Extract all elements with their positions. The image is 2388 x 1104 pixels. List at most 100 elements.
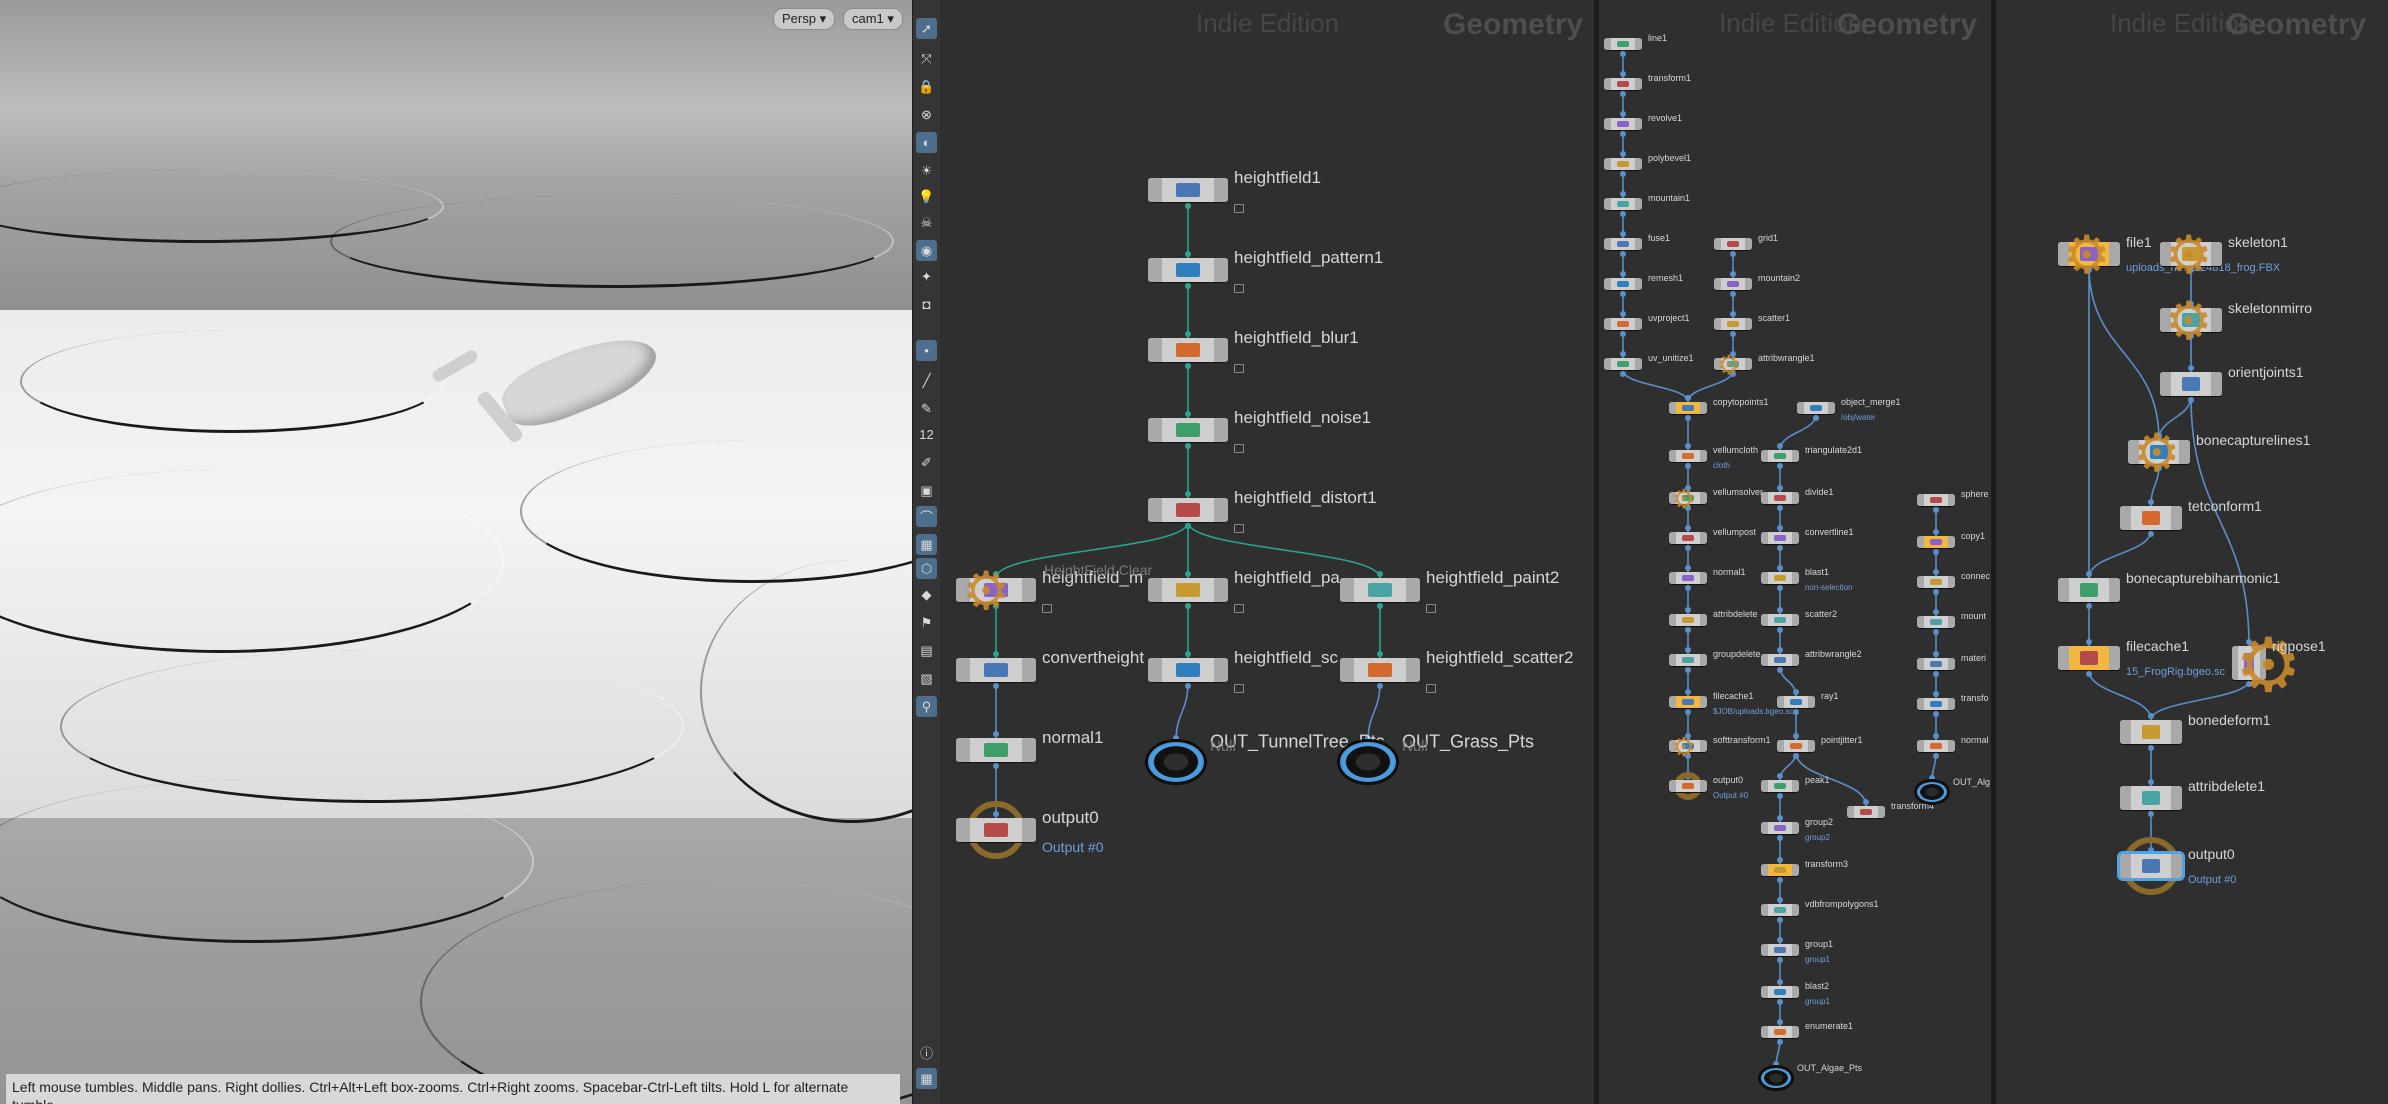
number-icon[interactable]: 12 [916,424,937,445]
pose-icon[interactable]: ✦ [916,266,937,287]
node-tile[interactable] [1761,572,1799,584]
pen-icon[interactable]: ✎ [916,398,937,419]
lock-icon[interactable] [1234,204,1244,213]
node-tile[interactable] [1761,904,1799,916]
info-icon[interactable]: ⓘ [916,1042,937,1063]
node-tile[interactable] [1340,578,1420,602]
node-tile[interactable] [1761,780,1799,792]
hide-icon[interactable]: ⊗ [916,104,937,125]
node-tile[interactable] [1148,418,1228,442]
lock-icon[interactable] [1426,684,1436,693]
node-tile[interactable] [956,818,1036,842]
node-tile[interactable] [2120,786,2182,810]
node-tile[interactable] [1148,258,1228,282]
measure-icon[interactable]: ╱ [916,370,937,391]
network-pane-water[interactable]: Indie Edition Geometry line1 transform1 re… [1599,0,1991,1104]
node-tile[interactable] [956,658,1036,682]
node-tile[interactable] [1714,238,1752,250]
network-pane-frog-rig[interactable]: Indie Edition Geometry ⚙ file1 uploads_he…… [1996,0,2388,1104]
lock-icon[interactable] [1234,604,1244,613]
node-tile[interactable] [1604,198,1642,210]
lock-icon[interactable] [1234,524,1244,533]
lock-icon[interactable] [1234,444,1244,453]
transform-icon[interactable]: ⤧ [916,48,937,69]
lock-icon[interactable] [1234,284,1244,293]
network-pane-heightfield[interactable]: Indie Edition Geometry heightfield1 heigh… [940,0,1594,1104]
node-tile[interactable] [1761,532,1799,544]
node-tile[interactable] [1669,450,1707,462]
lock-icon[interactable] [1042,604,1052,613]
node-tile[interactable] [1761,1026,1799,1038]
node-tile[interactable] [1604,358,1642,370]
node-tile[interactable] [1604,38,1642,50]
camera-menu[interactable]: cam1 ▾ [843,8,903,30]
node-tile[interactable] [1761,864,1799,876]
background-icon[interactable]: ▧ [916,668,937,689]
node-tile[interactable] [1714,278,1752,290]
node-tile[interactable] [1761,614,1799,626]
node-tile[interactable] [1340,658,1420,682]
node-tile[interactable] [956,738,1036,762]
point-icon[interactable]: • [916,340,937,361]
lock-icon[interactable] [1234,364,1244,373]
node-tile[interactable] [1917,536,1955,548]
lock-icon[interactable] [1234,684,1244,693]
flag-icon[interactable]: ⚑ [916,612,937,633]
node-tile[interactable] [2117,851,2185,881]
node-tile[interactable] [1148,178,1228,202]
node-tile[interactable] [1604,118,1642,130]
node-tile[interactable] [1669,614,1707,626]
paint-icon[interactable]: ✐ [916,452,937,473]
bulb-icon[interactable]: 💡 [916,186,937,207]
wire-icon[interactable]: ⬡ [916,558,937,579]
skull-icon[interactable]: ☠ [916,212,937,233]
node-tile[interactable] [2058,578,2120,602]
snapshot-icon[interactable]: ◘ [916,294,937,315]
node-tile[interactable] [1761,986,1799,998]
node-tile[interactable] [1777,740,1815,752]
node-tile[interactable] [1604,78,1642,90]
node-tile[interactable] [1669,532,1707,544]
node-tile[interactable] [1761,492,1799,504]
shading-icon[interactable]: ◐ [916,132,937,153]
node-tile[interactable] [1148,338,1228,362]
node-tile[interactable] [1148,498,1228,522]
node-tile[interactable] [1669,780,1707,792]
node-tile[interactable] [1669,696,1707,708]
lock-icon[interactable]: 🔒 [916,76,937,97]
lock-icon[interactable] [1426,604,1436,613]
node-tile[interactable] [1847,806,1885,818]
node-tile[interactable] [1604,278,1642,290]
grid-icon[interactable]: ▦ [916,534,937,555]
camera-icon[interactable]: ◉ [916,240,937,261]
node-tile[interactable] [1917,698,1955,710]
node-tile[interactable] [1669,572,1707,584]
node-tile[interactable] [1797,402,1835,414]
select-icon[interactable]: ➚ [916,18,937,39]
node-tile[interactable] [1917,740,1955,752]
stamp-icon[interactable]: ▣ [916,480,937,501]
image-icon[interactable]: ▤ [916,640,937,661]
node-tile[interactable] [1669,654,1707,666]
node-tile[interactable] [1604,318,1642,330]
node-tile[interactable] [1148,658,1228,682]
node-tile[interactable] [2058,646,2120,670]
node-tile[interactable] [2120,720,2182,744]
perspective-menu[interactable]: Persp ▾ [773,8,836,30]
node-tile[interactable] [1917,658,1955,670]
node-tile[interactable] [2160,372,2222,396]
curve-icon[interactable]: ⌒ [916,506,937,527]
pin-icon[interactable]: ⚲ [916,696,937,717]
light-icon[interactable]: ☀ [916,160,937,181]
scene-viewport[interactable]: Persp ▾ cam1 ▾ Left mouse tumbles. Middl… [0,0,912,1104]
node-tile[interactable] [1777,696,1815,708]
node-tile[interactable] [1917,576,1955,588]
node-tile[interactable] [1669,402,1707,414]
node-tile[interactable] [1761,944,1799,956]
layout-icon[interactable]: ▦ [916,1068,937,1089]
node-tile[interactable] [1761,450,1799,462]
node-tile[interactable] [1714,318,1752,330]
node-tile[interactable] [1917,616,1955,628]
node-tile[interactable] [1761,822,1799,834]
display-icon[interactable]: ◆ [916,584,937,605]
